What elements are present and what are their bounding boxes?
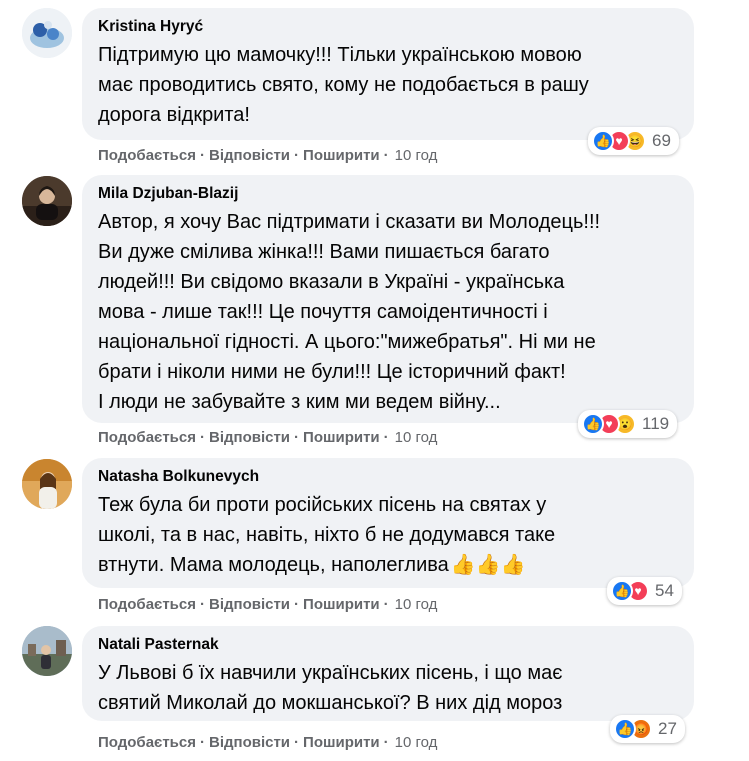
- share-button[interactable]: Поширити: [303, 596, 380, 613]
- comment-text: Підтримую цю мамочку!!! Тільки українськ…: [98, 44, 589, 126]
- comment-author[interactable]: Natali Pasternak: [98, 634, 678, 656]
- comment-actions: Подобається · Відповісти · Поширити · 10 год: [98, 734, 437, 751]
- separator: ·: [294, 147, 300, 164]
- separator: ·: [294, 429, 300, 446]
- reply-button[interactable]: Відповісти: [209, 147, 290, 164]
- like-button[interactable]: Подобається: [98, 734, 196, 751]
- reactions-summary[interactable]: 👍 😡 27: [610, 715, 685, 743]
- reaction-count: 54: [655, 581, 674, 600]
- comment-text: Автор, я хочу Вас підтримати і сказати в…: [98, 211, 601, 413]
- separator: ·: [294, 596, 300, 613]
- like-icon: 👍: [614, 718, 636, 740]
- comment-bubble: Mila Dzjuban-Blazij Автор, я хочу Вас пі…: [82, 175, 694, 423]
- thumbs-up-emoji: 👍👍👍: [450, 554, 526, 576]
- comment-author[interactable]: Mila Dzjuban-Blazij: [98, 183, 678, 205]
- comment-author[interactable]: Natasha Bolkunevych: [98, 466, 678, 488]
- share-button[interactable]: Поширити: [303, 147, 380, 164]
- comment-actions: Подобається · Відповісти · Поширити · 10 год: [98, 429, 437, 446]
- reactions-summary[interactable]: 👍 ♥ 😆 69: [588, 127, 679, 155]
- separator: ·: [199, 596, 205, 613]
- comment-actions: Подобається · Відповісти · Поширити · 10 год: [98, 147, 437, 164]
- timestamp[interactable]: 10 год: [395, 147, 438, 164]
- reaction-count: 119: [642, 414, 670, 433]
- comment-author[interactable]: Kristina Hyryć: [98, 16, 678, 38]
- timestamp[interactable]: 10 год: [395, 429, 438, 446]
- separator: ·: [199, 429, 205, 446]
- comment-text: Теж була би проти російських пісень на с…: [98, 490, 678, 580]
- like-button[interactable]: Подобається: [98, 596, 196, 613]
- separator: ·: [383, 596, 389, 613]
- comment-text: У Львові б їх навчили українських пісень…: [98, 662, 563, 714]
- like-button[interactable]: Подобається: [98, 429, 196, 446]
- timestamp[interactable]: 10 год: [395, 734, 438, 751]
- avatar[interactable]: [22, 8, 72, 58]
- separator: ·: [383, 147, 389, 164]
- separator: ·: [383, 734, 389, 751]
- comment-actions: Подобається · Відповісти · Поширити · 10 год: [98, 596, 437, 613]
- like-button[interactable]: Подобається: [98, 147, 196, 164]
- share-button[interactable]: Поширити: [303, 734, 380, 751]
- separator: ·: [383, 429, 389, 446]
- share-button[interactable]: Поширити: [303, 429, 380, 446]
- comment-bubble: Kristina Hyryć Підтримую цю мамочку!!! Т…: [82, 8, 694, 140]
- separator: ·: [294, 734, 300, 751]
- like-icon: 👍: [611, 580, 633, 602]
- avatar[interactable]: [22, 459, 72, 509]
- comment-bubble: Natasha Bolkunevych Теж була би проти ро…: [82, 458, 694, 588]
- separator: ·: [199, 147, 205, 164]
- reply-button[interactable]: Відповісти: [209, 734, 290, 751]
- like-icon: 👍: [582, 413, 604, 435]
- separator: ·: [199, 734, 205, 751]
- avatar[interactable]: [22, 176, 72, 226]
- reply-button[interactable]: Відповісти: [209, 596, 290, 613]
- reaction-count: 69: [652, 131, 671, 150]
- reply-button[interactable]: Відповісти: [209, 429, 290, 446]
- reactions-summary[interactable]: 👍 ♥ 😮 119: [578, 410, 678, 438]
- avatar[interactable]: [22, 626, 72, 676]
- timestamp[interactable]: 10 год: [395, 596, 438, 613]
- comment-bubble: Natali Pasternak У Львові б їх навчили у…: [82, 626, 694, 721]
- reactions-summary[interactable]: 👍 ♥ 54: [607, 577, 682, 605]
- reaction-count: 27: [658, 719, 677, 738]
- like-icon: 👍: [592, 130, 614, 152]
